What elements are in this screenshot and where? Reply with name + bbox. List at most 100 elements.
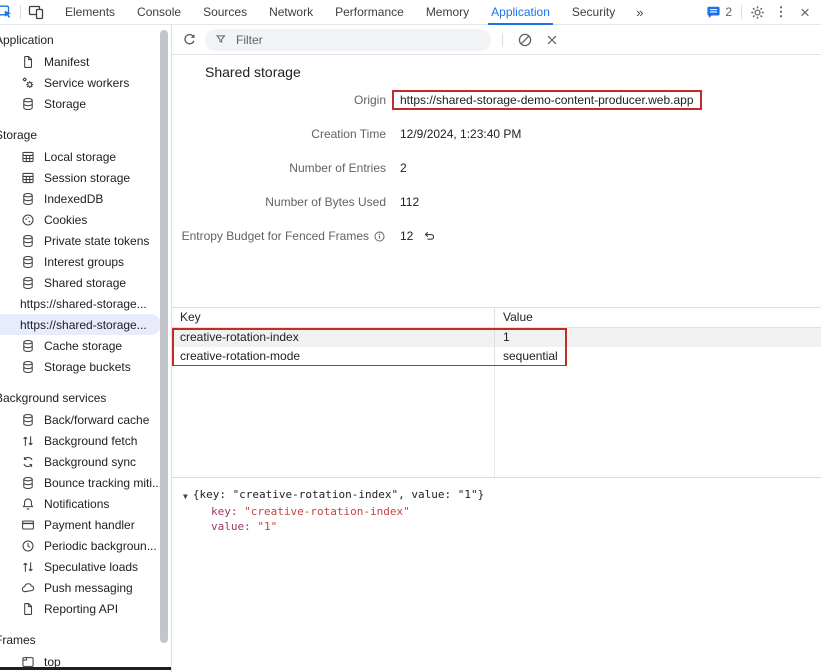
sidebar-section-title: Frames: [0, 631, 171, 649]
sidebar-item-label: Interest groups: [44, 255, 124, 269]
shared-storage-panel: Shared storage Origin https://shared-sto…: [172, 25, 821, 672]
preview-properties: key: "creative-rotation-index"value: "1": [183, 504, 821, 534]
sidebar-item-manifest[interactable]: Manifest: [0, 51, 171, 72]
tab-sources[interactable]: Sources: [192, 0, 258, 25]
tab-performance[interactable]: Performance: [324, 0, 415, 25]
sidebar-item-payment-handler[interactable]: Payment handler: [0, 514, 171, 535]
sidebar-item-label: IndexedDB: [44, 192, 103, 206]
window-bottom-edge: [0, 667, 171, 670]
field-value: 12/9/2024, 1:23:40 PM: [400, 127, 521, 141]
database-icon: [20, 96, 36, 112]
sidebar-item-back-forward-cache[interactable]: Back/forward cache: [0, 409, 171, 430]
preview-property: key: "creative-rotation-index": [211, 504, 821, 519]
sidebar-item-label: Back/forward cache: [44, 413, 149, 427]
sidebar-item-storage-buckets[interactable]: Storage buckets: [0, 356, 171, 377]
settings-gear-icon[interactable]: [745, 0, 769, 24]
tab-security[interactable]: Security: [561, 0, 626, 25]
more-options-icon[interactable]: ⋮: [769, 0, 793, 24]
sidebar-item-background-fetch[interactable]: Background fetch: [0, 430, 171, 451]
sidebar-item-service-workers[interactable]: Service workers: [0, 72, 171, 93]
sidebar-item-notifications[interactable]: Notifications: [0, 493, 171, 514]
sidebar-item-label: Background fetch: [44, 434, 137, 448]
storage-items-grid: Key Value creative-rotation-index1creati…: [172, 307, 821, 478]
grid-empty-area: [172, 366, 821, 478]
tab-network[interactable]: Network: [258, 0, 324, 25]
tabbar-right-icons: 2 ⋮ ×: [700, 0, 821, 24]
document-icon: [20, 54, 36, 70]
page-title: Shared storage: [172, 55, 821, 83]
database-icon: [20, 338, 36, 354]
sidebar-item-interest-groups[interactable]: Interest groups: [0, 251, 171, 272]
tab-application[interactable]: Application: [480, 0, 561, 25]
expander-triangle-icon[interactable]: ▼: [183, 487, 188, 504]
sidebar-item-push-messaging[interactable]: Push messaging: [0, 577, 171, 598]
annotation-box: https://shared-storage-demo-content-prod…: [392, 90, 702, 110]
tab-memory[interactable]: Memory: [415, 0, 480, 25]
sidebar-item-label: Push messaging: [44, 581, 133, 595]
cell-value: sequential: [495, 347, 821, 366]
close-devtools-icon[interactable]: ×: [793, 0, 817, 24]
sidebar-item-label: Bounce tracking miti...: [44, 476, 162, 490]
tabbar-left-icons: [0, 0, 48, 24]
tab-console[interactable]: Console: [126, 0, 192, 25]
table-row[interactable]: creative-rotation-index1: [172, 328, 821, 347]
bell-icon: [20, 496, 36, 512]
shared-storage-content: Shared storage Origin https://shared-sto…: [172, 55, 821, 672]
reset-budget-icon[interactable]: [422, 229, 436, 243]
database-icon: [20, 233, 36, 249]
filter-input[interactable]: [234, 32, 481, 48]
filter-box[interactable]: [205, 29, 491, 51]
sidebar-item-cookies[interactable]: Cookies: [0, 209, 171, 230]
sidebar-item-shared-storage[interactable]: Shared storage: [0, 272, 171, 293]
field-row-origin: Origin https://shared-storage-demo-conte…: [172, 83, 821, 117]
issues-badge[interactable]: 2: [700, 5, 738, 20]
sidebar-item-label: Cache storage: [44, 339, 122, 353]
sidebar-item-label: Background sync: [44, 455, 136, 469]
sidebar-item-https-shared-storage[interactable]: https://shared-storage...: [0, 314, 161, 335]
clear-block-icon[interactable]: [514, 29, 536, 51]
refresh-icon[interactable]: [178, 29, 200, 51]
sidebar-scrollbar[interactable]: [160, 30, 168, 643]
sidebar-item-periodic-backgroun[interactable]: Periodic backgroun...: [0, 535, 171, 556]
inspect-element-icon[interactable]: [0, 0, 17, 24]
sidebar-section-frames: Framestop: [0, 631, 171, 672]
sidebar-item-local-storage[interactable]: Local storage: [0, 146, 171, 167]
issues-count: 2: [725, 5, 732, 19]
preview-summary: {key: "creative-rotation-index", value: …: [193, 487, 484, 502]
field-row-creation-time: Creation Time 12/9/2024, 1:23:40 PM: [172, 117, 821, 151]
updown-icon: [20, 433, 36, 449]
column-header-key[interactable]: Key: [172, 308, 495, 327]
device-toolbar-icon[interactable]: [24, 0, 48, 24]
sidebar-item-label: Manifest: [44, 55, 89, 69]
table-row[interactable]: creative-rotation-modesequential: [172, 347, 821, 366]
cell-key: creative-rotation-mode: [172, 347, 495, 366]
sidebar-section-title: Storage: [0, 126, 171, 144]
field-label: Creation Time: [172, 127, 386, 141]
sidebar-item-speculative-loads[interactable]: Speculative loads: [0, 556, 171, 577]
sidebar-item-storage[interactable]: Storage: [0, 93, 171, 114]
tab-elements[interactable]: Elements: [54, 0, 126, 25]
more-tabs-chevron[interactable]: »: [626, 5, 653, 20]
service-workers-icon: [20, 75, 36, 91]
preview-summary-line[interactable]: ▼ {key: "creative-rotation-index", value…: [183, 487, 821, 504]
table-icon: [20, 149, 36, 165]
delete-x-icon[interactable]: [541, 29, 563, 51]
sidebar-section-title: Background services: [0, 389, 171, 407]
card-icon: [20, 517, 36, 533]
sidebar-item-background-sync[interactable]: Background sync: [0, 451, 171, 472]
field-label: Origin: [172, 93, 386, 107]
column-header-value[interactable]: Value: [495, 308, 821, 327]
grid-header: Key Value: [172, 308, 821, 328]
info-icon[interactable]: [373, 230, 386, 243]
devtools-tabbar: ElementsConsoleSourcesNetworkPerformance…: [0, 0, 821, 25]
sidebar-item-https-shared-storage[interactable]: https://shared-storage...: [0, 293, 171, 314]
sidebar-item-session-storage[interactable]: Session storage: [0, 167, 171, 188]
sidebar-item-bounce-tracking-miti[interactable]: Bounce tracking miti...: [0, 472, 171, 493]
updown-icon: [20, 559, 36, 575]
sidebar-item-indexeddb[interactable]: IndexedDB: [0, 188, 171, 209]
sidebar-item-reporting-api[interactable]: Reporting API: [0, 598, 171, 619]
sidebar-item-private-state-tokens[interactable]: Private state tokens: [0, 230, 171, 251]
sidebar-section-title: Application: [0, 31, 171, 49]
sidebar-item-cache-storage[interactable]: Cache storage: [0, 335, 171, 356]
devtools-body: ApplicationManifestService workersStorag…: [0, 25, 821, 672]
